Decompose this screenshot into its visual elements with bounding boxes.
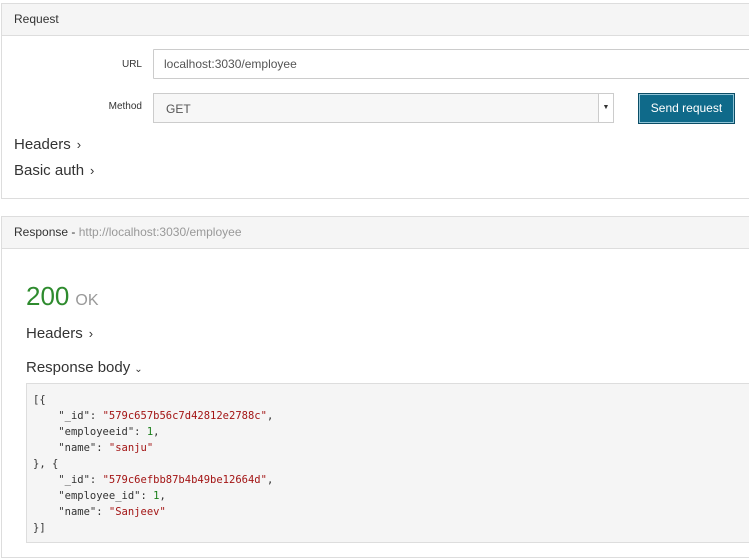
- json-key: "name": [58, 506, 97, 518]
- json-string-value: "Sanjeev": [108, 506, 166, 518]
- response-panel: Response - http://localhost:3030/employe…: [1, 216, 749, 558]
- response-body-code: [{ "_id": "579c657b56c7d42812e2788c", "e…: [26, 383, 749, 543]
- json-key: "employeeid": [58, 426, 135, 438]
- json-line: [{: [33, 394, 46, 406]
- response-url: http://localhost:3030/employee: [78, 225, 242, 239]
- chevron-right-icon: ›: [90, 163, 95, 178]
- json-key: "name": [58, 442, 97, 454]
- status-text: OK: [75, 292, 99, 309]
- response-heading: Response - http://localhost:3030/employe…: [2, 217, 749, 249]
- json-line: }, {: [33, 458, 59, 470]
- send-request-button[interactable]: Send request: [638, 93, 735, 124]
- json-key: "employee_id": [58, 490, 141, 502]
- request-heading: Request: [2, 4, 749, 36]
- request-panel: Request URL Method GET ▼ Send request He…: [1, 3, 749, 199]
- response-body-label: Response body: [26, 359, 131, 376]
- chevron-right-icon: ›: [76, 137, 82, 152]
- json-string-value: "579c657b56c7d42812e2788c": [102, 410, 267, 422]
- method-label: Method: [108, 101, 142, 112]
- json-number-value: 1: [146, 426, 154, 438]
- request-headers-label: Headers: [14, 136, 71, 153]
- json-key: "_id": [58, 474, 90, 486]
- chevron-down-icon: ⌄: [134, 364, 143, 375]
- request-headers-toggle[interactable]: Headers ›: [14, 136, 81, 153]
- response-heading-label: Response -: [14, 225, 76, 239]
- url-label: URL: [121, 59, 142, 70]
- json-string-value: "sanju": [108, 442, 154, 454]
- json-key: "_id": [58, 410, 90, 422]
- response-headers-toggle[interactable]: Headers ›: [26, 325, 93, 342]
- url-input[interactable]: [153, 49, 749, 79]
- status-code: 200: [26, 281, 70, 311]
- json-number-value: 1: [153, 490, 160, 502]
- json-string-value: "579c6efbb87b4b49be12664d": [102, 474, 267, 486]
- method-select-value: GET: [166, 102, 191, 116]
- chevron-right-icon: ›: [88, 326, 94, 341]
- basic-auth-label: Basic auth: [14, 162, 85, 179]
- json-line: }]: [33, 522, 46, 534]
- response-body-toggle[interactable]: Response body ⌄: [26, 359, 143, 376]
- method-select[interactable]: GET ▼: [153, 93, 614, 123]
- response-status: 200 OK: [26, 281, 99, 312]
- basic-auth-toggle[interactable]: Basic auth ›: [14, 162, 94, 179]
- caret-down-icon[interactable]: ▼: [598, 94, 613, 122]
- response-headers-label: Headers: [26, 325, 83, 342]
